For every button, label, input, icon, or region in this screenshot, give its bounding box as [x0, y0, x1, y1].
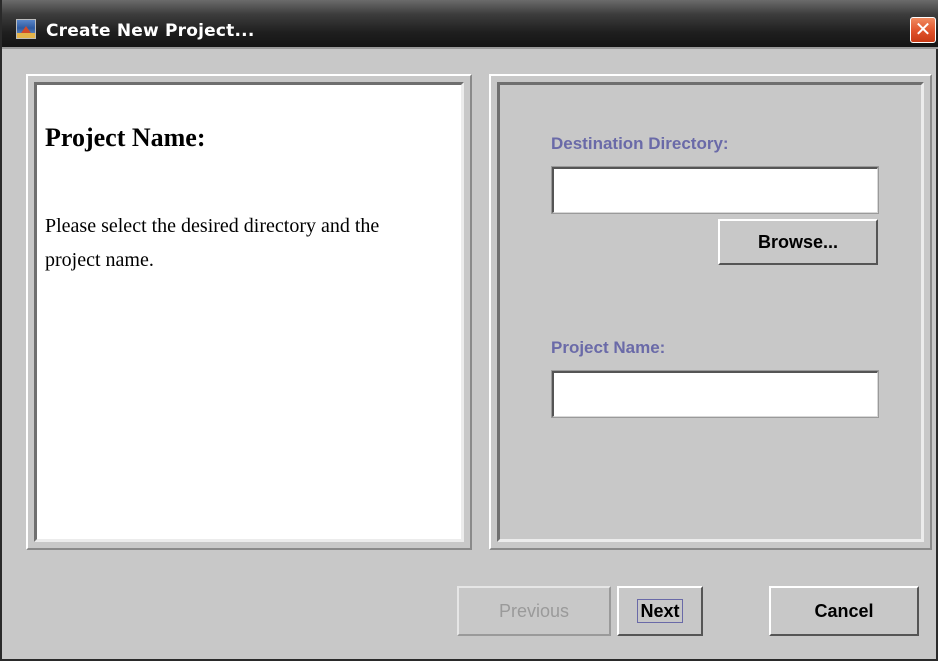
- destination-directory-label: Destination Directory:: [551, 134, 729, 153]
- previous-button: Previous: [457, 586, 611, 636]
- next-button[interactable]: Next: [617, 586, 703, 636]
- description-heading: Project Name:: [45, 123, 206, 152]
- project-name-label: Project Name:: [551, 338, 666, 357]
- form-panel: Destination Directory: Browse... Project…: [489, 74, 932, 550]
- title-bar[interactable]: Create New Project... ✕: [2, 0, 938, 49]
- browse-button[interactable]: Browse...: [718, 219, 878, 265]
- close-icon[interactable]: ✕: [910, 17, 936, 43]
- destination-directory-input[interactable]: [551, 166, 879, 214]
- description-panel: Project Name: Please select the desired …: [26, 74, 472, 550]
- next-button-label: Next: [637, 599, 683, 623]
- project-name-input[interactable]: [551, 370, 879, 418]
- description-content: Project Name: Please select the desired …: [34, 82, 464, 542]
- form-content: Destination Directory: Browse... Project…: [497, 82, 924, 542]
- window-title: Create New Project...: [46, 21, 255, 41]
- create-project-dialog: Create New Project... ✕ Project Name: Pl…: [0, 0, 938, 661]
- app-logo-icon: [16, 19, 36, 39]
- cancel-button[interactable]: Cancel: [769, 586, 919, 636]
- description-text: Please select the desired directory and …: [45, 215, 380, 271]
